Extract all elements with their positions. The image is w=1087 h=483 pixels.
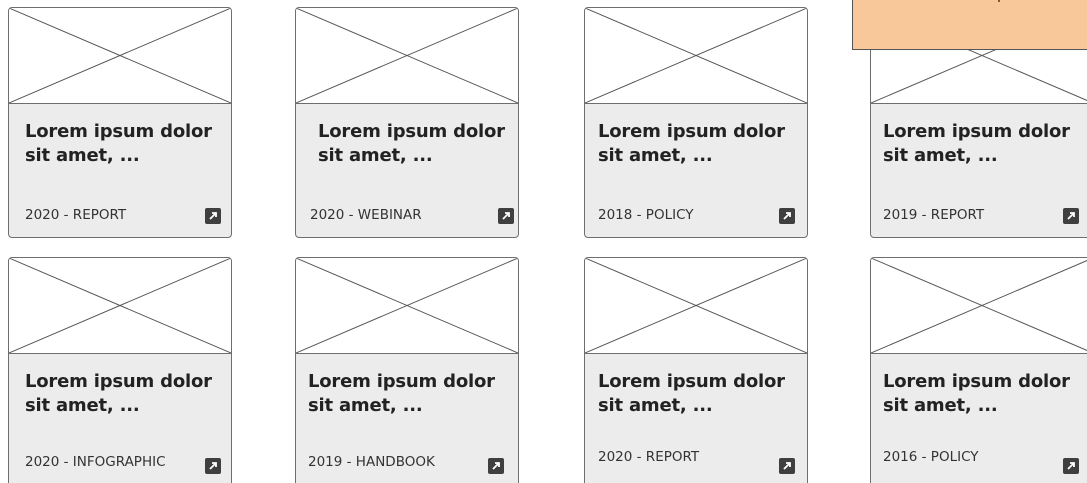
resource-card[interactable]: Lorem ipsum dolor sit amet, ... 2019 - H… [295, 257, 519, 483]
card-title[interactable]: Lorem ipsum dolor sit amet, ... [308, 370, 504, 418]
resource-card[interactable]: Lorem ipsum dolor sit amet, ... 2020 - R… [584, 257, 808, 483]
image-placeholder [9, 258, 231, 354]
card-meta: 2020 - REPORT [598, 449, 700, 465]
card-title[interactable]: Lorem ipsum dolor sit amet, ... [25, 370, 221, 418]
image-placeholder [585, 8, 807, 104]
card-meta: 2019 - HANDBOOK [308, 454, 435, 470]
card-meta: 2019 - REPORT [883, 207, 985, 223]
external-link-icon[interactable] [1063, 208, 1079, 224]
resource-card[interactable]: Lorem ipsum dolor sit amet, ... 2020 - I… [8, 257, 232, 483]
external-link-icon[interactable] [779, 208, 795, 224]
card-title[interactable]: Lorem ipsum dolor sit amet, ... [318, 120, 514, 168]
card-meta: 2018 - POLICY [598, 207, 694, 223]
external-link-icon[interactable] [498, 208, 514, 224]
annotation-note [852, 0, 1087, 50]
card-title[interactable]: Lorem ipsum dolor sit amet, ... [25, 120, 221, 168]
external-link-icon[interactable] [205, 458, 221, 474]
image-placeholder [9, 8, 231, 104]
card-title[interactable]: Lorem ipsum dolor sit amet, ... [883, 120, 1079, 168]
resource-card[interactable]: Lorem ipsum dolor sit amet, ... 2018 - P… [584, 7, 808, 238]
image-placeholder [296, 8, 518, 104]
resource-card[interactable]: Lorem ipsum dolor sit amet, ... 2020 - R… [8, 7, 232, 238]
card-title[interactable]: Lorem ipsum dolor sit amet, ... [598, 370, 794, 418]
card-meta: 2020 - REPORT [25, 207, 127, 223]
image-placeholder [296, 258, 518, 354]
card-meta: 2020 - WEBINAR [310, 207, 422, 223]
card-meta: 2016 - POLICY [883, 449, 979, 465]
external-link-icon[interactable] [1063, 458, 1079, 474]
image-placeholder [585, 258, 807, 354]
resource-grid: Lorem ipsum dolor sit amet, ... 2020 - R… [0, 0, 1087, 483]
resource-card[interactable]: Lorem ipsum dolor sit amet, ... 2016 - P… [870, 257, 1087, 483]
card-title[interactable]: Lorem ipsum dolor sit amet, ... [598, 120, 794, 168]
resource-card[interactable]: Lorem ipsum dolor sit amet, ... 2020 - W… [295, 7, 519, 238]
external-link-icon[interactable] [205, 208, 221, 224]
card-title[interactable]: Lorem ipsum dolor sit amet, ... [883, 370, 1079, 418]
image-placeholder [871, 258, 1087, 354]
note-mark [998, 0, 1000, 2]
card-meta: 2020 - INFOGRAPHIC [25, 454, 166, 470]
external-link-icon[interactable] [779, 458, 795, 474]
external-link-icon[interactable] [488, 458, 504, 474]
